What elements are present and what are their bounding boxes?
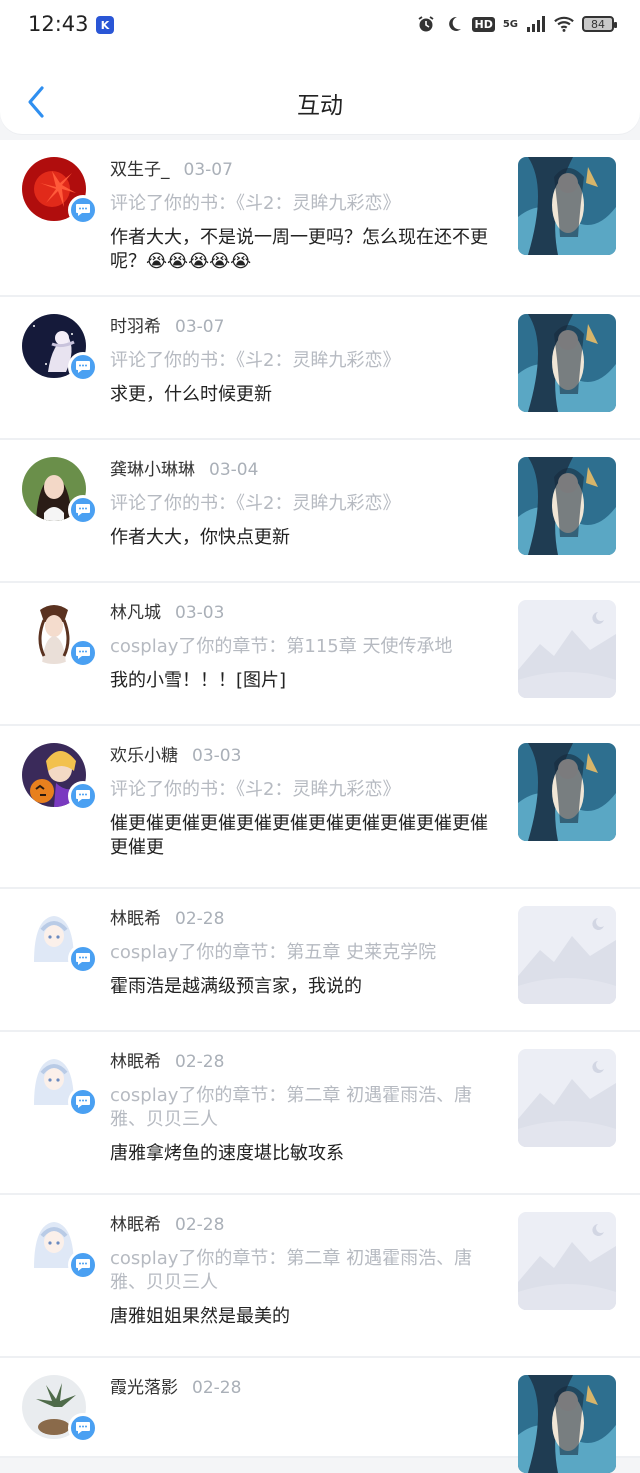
date: 02-28: [175, 1215, 225, 1235]
date: 03-04: [209, 460, 259, 480]
list-item[interactable]: 林眠希 02-28 cosplay了你的章节：第五章 史莱克学院 霍雨浩是越满级预…: [0, 889, 640, 1032]
top-bar: 12:43 K HD 5G 84 互动: [0, 0, 640, 134]
date: 02-28: [175, 1052, 225, 1072]
avatar[interactable]: [22, 600, 98, 668]
list-item[interactable]: 林眠希 02-28 cosplay了你的章节：第二章 初遇霍雨浩、唐雅、贝贝三人 …: [0, 1032, 640, 1195]
comment-icon: [68, 495, 98, 525]
date: 03-07: [183, 160, 233, 180]
alarm-icon: [416, 14, 436, 34]
list-item[interactable]: 欢乐小糖 03-03 评论了你的书：《斗2：灵眸九彩恋》 催更催更催更催更催更催更…: [0, 726, 640, 889]
username[interactable]: 欢乐小糖: [110, 746, 178, 766]
book-cover-thumbnail[interactable]: [518, 457, 616, 555]
action-text[interactable]: 评论了你的书：《斗2：灵眸九彩恋》: [110, 778, 495, 802]
comment-text: 我的小雪！！！[图片]: [110, 670, 287, 691]
comment-icon: [68, 352, 98, 382]
comment-icon: [68, 1087, 98, 1117]
wifi-icon: [554, 14, 574, 34]
comment-text: 求更，什么时候更新: [110, 384, 272, 405]
username[interactable]: 林眠希: [110, 909, 161, 929]
list-item[interactable]: 双生子_ 03-07 评论了你的书：《斗2：灵眸九彩恋》 作者大大，不是说一周一更…: [0, 140, 640, 297]
action-text[interactable]: 评论了你的书：《斗2：灵眸九彩恋》: [110, 192, 495, 216]
list-item[interactable]: 时羽希 03-07 评论了你的书：《斗2：灵眸九彩恋》 求更，什么时候更新: [0, 297, 640, 440]
hd-icon: HD: [472, 16, 495, 32]
page-title: 互动: [297, 93, 343, 119]
date: 03-03: [192, 746, 242, 766]
date: 03-03: [175, 603, 225, 623]
comment-icon: [68, 1250, 98, 1280]
action-text[interactable]: cosplay了你的章节：第二章 初遇霍雨浩、唐雅、贝贝三人: [110, 1084, 495, 1132]
placeholder-thumbnail[interactable]: [518, 906, 616, 1004]
comment-text: 霍雨浩是越满级预言家，我说的: [110, 976, 362, 997]
action-text[interactable]: 评论了你的书：《斗2：灵眸九彩恋》: [110, 349, 495, 373]
comment-text: 催更催更催更催更催更催更催更催更催更催更催更催更: [110, 813, 488, 858]
interaction-list: 双生子_ 03-07 评论了你的书：《斗2：灵眸九彩恋》 作者大大，不是说一周一更…: [0, 140, 640, 1473]
username[interactable]: 霞光落影: [110, 1378, 178, 1398]
avatar[interactable]: [22, 1212, 98, 1280]
username[interactable]: 龚琳小琳琳: [110, 460, 195, 480]
signal-icon: [526, 14, 546, 34]
book-cover-thumbnail[interactable]: [518, 1375, 616, 1473]
action-text[interactable]: cosplay了你的章节：第115章 天使传承地: [110, 635, 495, 659]
avatar[interactable]: [22, 743, 98, 811]
username[interactable]: 双生子_: [110, 160, 170, 180]
list-item[interactable]: 霞光落影 02-28: [0, 1358, 640, 1473]
date: 03-07: [175, 317, 225, 337]
book-cover-thumbnail[interactable]: [518, 157, 616, 255]
avatar[interactable]: [22, 457, 98, 525]
date: 02-28: [192, 1378, 242, 1398]
avatar[interactable]: [22, 157, 98, 225]
comment-text: 作者大大，你快点更新: [110, 527, 290, 548]
comment-text: 作者大大，不是说一周一更吗？怎么现在还不更呢？😭😭😭😭😭: [110, 227, 488, 272]
action-text[interactable]: cosplay了你的章节：第五章 史莱克学院: [110, 941, 495, 965]
action-text[interactable]: cosplay了你的章节：第二章 初遇霍雨浩、唐雅、贝贝三人: [110, 1247, 495, 1295]
username[interactable]: 林眠希: [110, 1215, 161, 1235]
status-time: 12:43: [28, 12, 89, 36]
status-bar: 12:43 K HD 5G 84: [0, 0, 640, 52]
avatar[interactable]: [22, 1375, 98, 1443]
status-icons: HD 5G 84: [416, 14, 617, 34]
placeholder-thumbnail[interactable]: [518, 1049, 616, 1147]
list-item[interactable]: 龚琳小琳琳 03-04 评论了你的书：《斗2：灵眸九彩恋》 作者大大，你快点更新: [0, 440, 640, 583]
comment-icon: [68, 195, 98, 225]
battery-icon: 84: [582, 16, 617, 32]
username[interactable]: 林眠希: [110, 1052, 161, 1072]
comment-text: 唐雅拿烤鱼的速度堪比敏攻系: [110, 1143, 344, 1164]
moon-icon: [444, 14, 464, 34]
username[interactable]: 林凡城: [110, 603, 161, 623]
list-item[interactable]: 林凡城 03-03 cosplay了你的章节：第115章 天使传承地 我的小雪！！…: [0, 583, 640, 726]
comment-icon: [68, 944, 98, 974]
comment-text: 唐雅姐姐果然是最美的: [110, 1306, 290, 1327]
book-cover-thumbnail[interactable]: [518, 314, 616, 412]
book-cover-thumbnail[interactable]: [518, 743, 616, 841]
avatar[interactable]: [22, 906, 98, 974]
network-type: 5G: [502, 18, 518, 30]
app-notification-icon: K: [96, 16, 114, 34]
username[interactable]: 时羽希: [110, 317, 161, 337]
comment-icon: [68, 638, 98, 668]
avatar[interactable]: [22, 314, 98, 382]
list-item[interactable]: 林眠希 02-28 cosplay了你的章节：第二章 初遇霍雨浩、唐雅、贝贝三人 …: [0, 1195, 640, 1358]
nav-bar: 互动: [0, 60, 640, 140]
placeholder-thumbnail[interactable]: [518, 600, 616, 698]
date: 02-28: [175, 909, 225, 929]
action-text[interactable]: 评论了你的书：《斗2：灵眸九彩恋》: [110, 492, 495, 516]
comment-icon: [68, 781, 98, 811]
placeholder-thumbnail[interactable]: [518, 1212, 616, 1310]
comment-icon: [68, 1413, 98, 1443]
avatar[interactable]: [22, 1049, 98, 1117]
